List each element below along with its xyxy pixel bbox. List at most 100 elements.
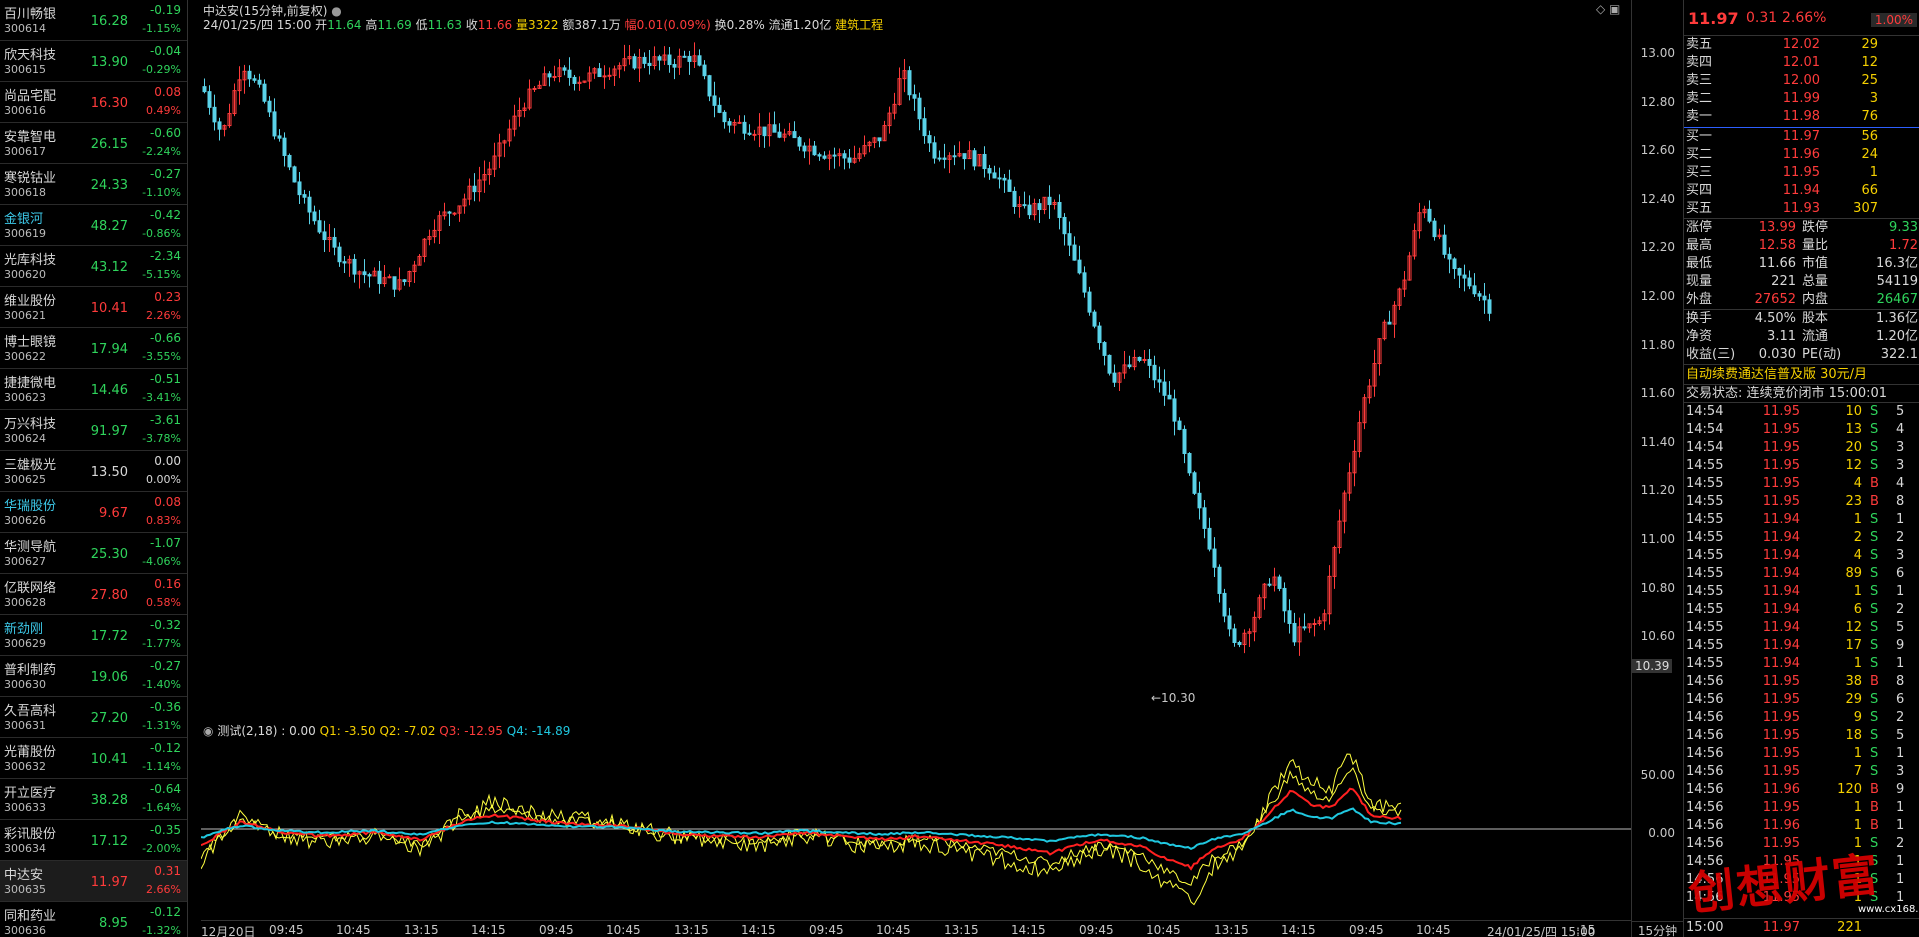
stock-change: -0.42 [149, 208, 181, 222]
stat-value: 4.50% [1754, 311, 1796, 326]
tick-time: 14:56 [1686, 746, 1724, 761]
tick-volume: 2 [1853, 530, 1862, 545]
stock-code: 300633 [4, 801, 46, 814]
candle-body [847, 157, 852, 163]
stat-label: 外盘 [1686, 292, 1713, 307]
stock-row[interactable]: 博士眼镜 300622 17.94 -0.66 -3.55% [0, 328, 187, 369]
stock-price: 43.12 [90, 260, 128, 275]
stock-change: -0.64 [149, 782, 181, 796]
tick-side: B [1870, 800, 1879, 815]
stat-label: 总量 [1802, 274, 1829, 289]
time-tick-label: :15 [1576, 923, 1596, 937]
stock-name: 同和药业 [4, 909, 57, 924]
order-book-row[interactable]: 买五 11.93 307 [1684, 200, 1919, 218]
tick-time: 14:54 [1686, 422, 1724, 437]
stock-row[interactable]: 普利制药 300630 19.06 -0.27 -1.40% [0, 656, 187, 697]
crosshair-price-tag: 10.39 [1632, 659, 1673, 673]
order-book-row[interactable]: 买四 11.94 66 [1684, 182, 1919, 200]
stock-row[interactable]: 欣天科技 300615 13.90 -0.04 -0.29% [0, 41, 187, 82]
tick-price: 11.95 [1762, 476, 1800, 491]
tick-list[interactable]: 14:54 11.95 10 S 5 14:54 11.95 13 S 4 14:54 11.95 20… [1684, 403, 1919, 907]
tick-price: 11.95 [1762, 458, 1800, 473]
candle-body [842, 153, 847, 159]
stock-pct: -0.29% [142, 63, 181, 76]
order-book-row[interactable]: 买二 11.96 24 [1684, 146, 1919, 164]
stock-row[interactable]: 华测导航 300627 25.30 -1.07 -4.06% [0, 533, 187, 574]
stock-row[interactable]: 百川畅银 300614 16.28 -0.19 -1.15% [0, 0, 187, 41]
stock-row[interactable]: 中达安 300635 11.97 0.31 2.66% [0, 861, 187, 902]
stock-price: 27.20 [90, 711, 128, 726]
candle-body [1057, 201, 1062, 218]
stock-row[interactable]: 万兴科技 300624 91.97 -3.61 -3.78% [0, 410, 187, 451]
stock-row[interactable]: 维业股份 300621 10.41 0.23 2.26% [0, 287, 187, 328]
stock-row[interactable]: 金银河 300619 48.27 -0.42 -0.86% [0, 205, 187, 246]
price-change: 0.31 [1746, 10, 1778, 26]
candle-body [1157, 379, 1162, 383]
time-tick-label: 09:45 [269, 923, 304, 937]
order-book-row[interactable]: 卖二 11.99 3 [1684, 90, 1919, 108]
kline-chart[interactable]: ←13.06 ←10.30 [201, 34, 1631, 722]
stock-row[interactable]: 安靠智电 300617 26.15 -0.60 -2.24% [0, 123, 187, 164]
stat-value: 221 [1771, 274, 1796, 289]
tick-row: 14:56 11.95 38 B 8 [1684, 673, 1919, 691]
tick-volume: 20 [1845, 440, 1862, 455]
stock-row[interactable]: 彩讯股份 300634 17.12 -0.35 -2.00% [0, 820, 187, 861]
stock-row[interactable]: 光莆股份 300632 10.41 -0.12 -1.14% [0, 738, 187, 779]
stock-row[interactable]: 光库科技 300620 43.12 -2.34 -5.15% [0, 246, 187, 287]
stat-row: 净资 3.11 流通 1.20亿 [1684, 328, 1919, 346]
candle-body [472, 185, 477, 193]
tick-count: 1 [1896, 872, 1905, 887]
stock-row[interactable]: 寒锐钴业 300618 24.33 -0.27 -1.10% [0, 164, 187, 205]
level-volume: 25 [1861, 73, 1878, 88]
stock-pct: -1.40% [142, 678, 181, 691]
sector-tag[interactable]: 建筑工程 [835, 18, 883, 32]
candle-body [1312, 623, 1317, 626]
period-selector[interactable]: 15分钟 [1632, 921, 1683, 937]
stock-row[interactable]: 三雄极光 300625 13.50 0.00 0.00% [0, 451, 187, 492]
candle-body [667, 54, 672, 66]
stock-row[interactable]: 同和药业 300636 8.95 -0.12 -1.32% [0, 902, 187, 937]
stat-label: 跌停 [1802, 220, 1829, 235]
candle-body [452, 212, 457, 215]
tick-time: 14:56 [1686, 782, 1724, 797]
tick-volume: 7 [1853, 764, 1862, 779]
promo-banner[interactable]: 自动续费通达信普及版 30元/月 [1684, 365, 1919, 385]
stock-row[interactable]: 开立医疗 300633 38.28 -0.64 -1.64% [0, 779, 187, 820]
stock-name: 华瑞股份 [4, 499, 57, 514]
stock-pct: -1.64% [142, 801, 181, 814]
order-book-row[interactable]: 卖四 12.01 12 [1684, 54, 1919, 72]
order-book-row[interactable]: 卖三 12.00 25 [1684, 72, 1919, 90]
tick-price: 11.96 [1762, 782, 1800, 797]
stock-name: 金银河 [4, 212, 44, 227]
tick-count: 1 [1896, 854, 1905, 869]
stock-row[interactable]: 久吾高科 300631 27.20 -0.36 -1.31% [0, 697, 187, 738]
tick-volume: 12 [1845, 620, 1862, 635]
tick-row: 14:56 11.95 1 B 1 [1684, 799, 1919, 817]
stock-row[interactable]: 华瑞股份 300626 9.67 0.08 0.83% [0, 492, 187, 533]
order-book-row[interactable]: 卖一 11.98 76 [1684, 108, 1919, 126]
level-price: 11.98 [1782, 109, 1820, 124]
level-volume: 29 [1861, 37, 1878, 52]
tick-row: 14:55 11.94 2 S 2 [1684, 529, 1919, 547]
indicator-chart[interactable] [201, 738, 1631, 920]
stock-row[interactable]: 捷捷微电 300623 14.46 -0.51 -3.41% [0, 369, 187, 410]
order-book-row[interactable]: 买三 11.95 1 [1684, 164, 1919, 182]
tick-side: S [1870, 692, 1879, 707]
stock-row[interactable]: 尚品宅配 300616 16.30 0.08 0.49% [0, 82, 187, 123]
tick-count: 3 [1896, 440, 1905, 455]
order-book-row[interactable]: 买一 11.97 56 [1684, 128, 1919, 146]
stock-row[interactable]: 亿联网络 300628 27.80 0.16 0.58% [0, 574, 187, 615]
level-volume: 3 [1869, 91, 1878, 106]
candle-body [832, 154, 837, 157]
candle-body [392, 276, 397, 290]
candle-body [792, 131, 797, 139]
stock-change: -0.04 [149, 44, 181, 58]
stock-code: 300628 [4, 596, 46, 609]
tick-side: S [1870, 638, 1879, 653]
stock-row[interactable]: 新劲刚 300629 17.72 -0.32 -1.77% [0, 615, 187, 656]
stock-code: 300629 [4, 637, 46, 650]
stock-price: 8.95 [99, 916, 128, 931]
tick-side: S [1870, 746, 1879, 761]
toolbar-icons[interactable]: ◇ ▣ [1596, 2, 1620, 16]
order-book-row[interactable]: 卖五 12.02 29 [1684, 36, 1919, 54]
